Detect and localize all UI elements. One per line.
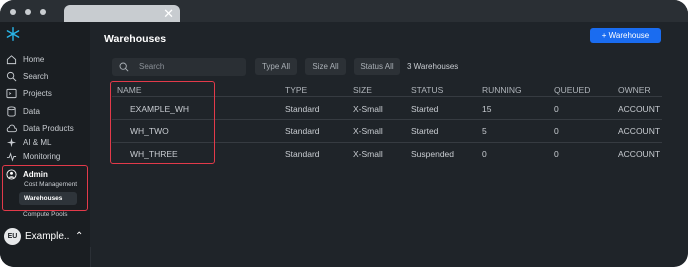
cell-status: Started	[411, 126, 439, 136]
window-close-dot[interactable]	[10, 9, 16, 15]
activity-icon	[6, 151, 17, 162]
cell-queued: 0	[554, 149, 559, 159]
search-icon	[6, 71, 17, 81]
cell-status: Started	[411, 104, 439, 114]
add-warehouse-button[interactable]: + Warehouse	[590, 28, 661, 43]
sidebar-item-label: AI & ML	[23, 137, 52, 147]
cell-size: X-Small	[353, 149, 383, 159]
column-header-type[interactable]: TYPE	[285, 85, 307, 95]
cell-size: X-Small	[353, 126, 383, 136]
cell-owner: ACCOUNT	[618, 149, 661, 159]
cell-type: Standard	[285, 104, 320, 114]
home-icon	[6, 54, 17, 64]
sidebar-item-ai-ml[interactable]: AI & ML	[6, 135, 51, 149]
projects-icon	[6, 88, 17, 98]
sidebar-item-label: Search	[23, 71, 49, 81]
cell-running: 15	[482, 104, 492, 114]
account-switcher[interactable]: EU Example.. ⌃	[4, 226, 84, 246]
filter-status[interactable]: Status All	[354, 58, 400, 75]
column-header-status[interactable]: STATUS	[411, 85, 443, 95]
column-header-running[interactable]: RUNNING	[482, 85, 522, 95]
sidebar: Home Search Projects Data Data Products …	[0, 22, 91, 267]
sidebar-item-search[interactable]: Search	[6, 69, 48, 83]
cell-type: Standard	[285, 126, 320, 136]
page-title: Warehouses	[104, 33, 167, 45]
title-bar: ✕	[0, 0, 688, 22]
name-column-highlight-box	[110, 81, 215, 164]
cell-size: X-Small	[353, 104, 383, 114]
cell-status: Suspended	[411, 149, 455, 159]
sidebar-item-label: Monitoring	[23, 151, 61, 161]
search-input[interactable]: Search	[112, 58, 246, 76]
snowflake-logo-icon[interactable]	[6, 27, 20, 41]
sparkle-icon	[6, 137, 17, 147]
cell-running: 0	[482, 149, 487, 159]
sidebar-item-label: Home	[23, 54, 45, 64]
database-icon	[7, 105, 16, 117]
cell-queued: 0	[554, 104, 559, 114]
cloud-icon	[6, 124, 17, 132]
cell-type: Standard	[285, 149, 320, 159]
column-header-owner[interactable]: OWNER	[618, 85, 651, 95]
filter-type[interactable]: Type All	[255, 58, 297, 75]
account-name: Example..	[25, 230, 70, 242]
chevron-up-icon: ⌃	[75, 230, 84, 242]
admin-highlight-box	[2, 165, 88, 211]
sidebar-item-label: Projects	[23, 88, 52, 98]
column-header-size[interactable]: SIZE	[353, 85, 372, 95]
sidebar-item-projects[interactable]: Projects	[6, 86, 52, 100]
filter-size[interactable]: Size All	[305, 58, 346, 75]
cell-running: 5	[482, 126, 487, 136]
column-header-queued[interactable]: QUEUED	[554, 85, 590, 95]
sidebar-item-data-products[interactable]: Data Products	[6, 121, 74, 135]
window-minimize-dot[interactable]	[25, 9, 31, 15]
window-maximize-dot[interactable]	[40, 9, 46, 15]
sidebar-item-label: Data	[23, 106, 40, 116]
sidebar-item-home[interactable]: Home	[6, 52, 44, 66]
tab-close-icon[interactable]: ✕	[163, 5, 174, 22]
app-window: ✕ Home Search Projects Data Data Product…	[0, 0, 688, 267]
cell-owner: ACCOUNT	[618, 126, 661, 136]
sidebar-subitem-compute-pools[interactable]: Compute Pools	[23, 211, 67, 218]
cell-owner: ACCOUNT	[618, 104, 661, 114]
sidebar-item-label: Data Products	[23, 123, 74, 133]
warehouse-count: 3 Warehouses	[407, 62, 459, 71]
browser-tab[interactable]: ✕	[64, 5, 180, 22]
cell-queued: 0	[554, 126, 559, 136]
avatar: EU	[4, 227, 21, 245]
sidebar-item-data[interactable]: Data	[6, 104, 40, 118]
search-icon	[119, 62, 129, 72]
sidebar-item-monitoring[interactable]: Monitoring	[6, 149, 60, 163]
search-placeholder: Search	[139, 62, 165, 71]
